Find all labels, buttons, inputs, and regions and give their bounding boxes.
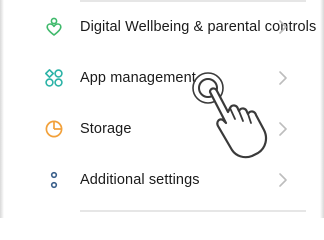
- settings-screen: Digital Wellbeing & parental controls Ap…: [0, 0, 324, 218]
- settings-item-label: App management: [80, 70, 196, 86]
- settings-item-label: Additional settings: [80, 172, 200, 188]
- settings-item-digital-wellbeing[interactable]: Digital Wellbeing & parental controls: [0, 1, 324, 53]
- chevron-right-icon: [278, 121, 288, 137]
- settings-item-app-management[interactable]: App management: [0, 52, 324, 104]
- additional-settings-icon: [44, 170, 64, 190]
- chevron-right-icon: [278, 19, 288, 35]
- settings-item-additional-settings[interactable]: Additional settings: [0, 154, 324, 206]
- settings-item-storage[interactable]: Storage: [0, 103, 324, 155]
- settings-item-label: Storage: [80, 121, 132, 137]
- storage-icon: [44, 119, 64, 139]
- divider: [80, 210, 306, 212]
- chevron-right-icon: [278, 172, 288, 188]
- app-management-icon: [44, 68, 64, 88]
- chevron-right-icon: [278, 70, 288, 86]
- digital-wellbeing-icon: [44, 17, 64, 37]
